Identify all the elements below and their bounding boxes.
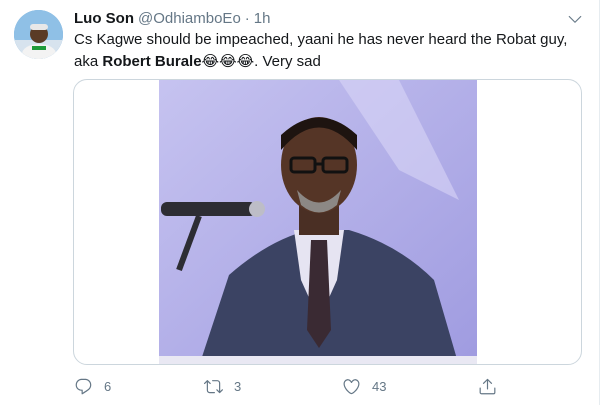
tweet-text-line-2: aka Robert Burale😂😂😂. Very sad [74, 51, 574, 73]
bold-name: Robert Burale [102, 52, 202, 70]
retweet-icon [204, 379, 223, 393]
tweet-actions: 6 3 43 [74, 373, 574, 399]
heart-icon [343, 378, 360, 394]
avatar[interactable] [14, 10, 63, 59]
laughing-emoji: 😂😂😂 [201, 51, 255, 70]
separator-dot: · [244, 10, 250, 27]
like-count: 43 [372, 378, 387, 394]
tweet-text: Cs Kagwe should be impeached, yaani he h… [74, 30, 574, 72]
text-prefix: aka [74, 52, 103, 70]
reply-icon [75, 378, 92, 394]
retweet-button[interactable]: 3 [204, 373, 241, 399]
text-suffix: . Very sad [254, 52, 321, 70]
retweet-count: 3 [234, 378, 242, 394]
tweet-photo[interactable] [159, 80, 477, 365]
reply-count: 6 [104, 378, 112, 394]
author-handle[interactable]: @OdhiamboEo [138, 10, 241, 27]
author-name[interactable]: Luo Son [74, 10, 134, 27]
tweet-media[interactable] [73, 79, 582, 365]
share-icon [479, 378, 496, 394]
tweet-timestamp[interactable]: 1h [254, 10, 271, 27]
reply-button[interactable]: 6 [74, 373, 111, 399]
tweet-text-line-1: Cs Kagwe should be impeached, yaani he h… [74, 31, 568, 48]
share-button[interactable] [478, 373, 497, 399]
tweet-header: Luo Son @OdhiamboEo · 1h [74, 9, 270, 29]
like-button[interactable]: 43 [342, 373, 386, 399]
chevron-down-icon[interactable] [566, 10, 584, 28]
tweet[interactable]: Luo Son @OdhiamboEo · 1h Cs Kagwe should be… [0, 0, 600, 405]
